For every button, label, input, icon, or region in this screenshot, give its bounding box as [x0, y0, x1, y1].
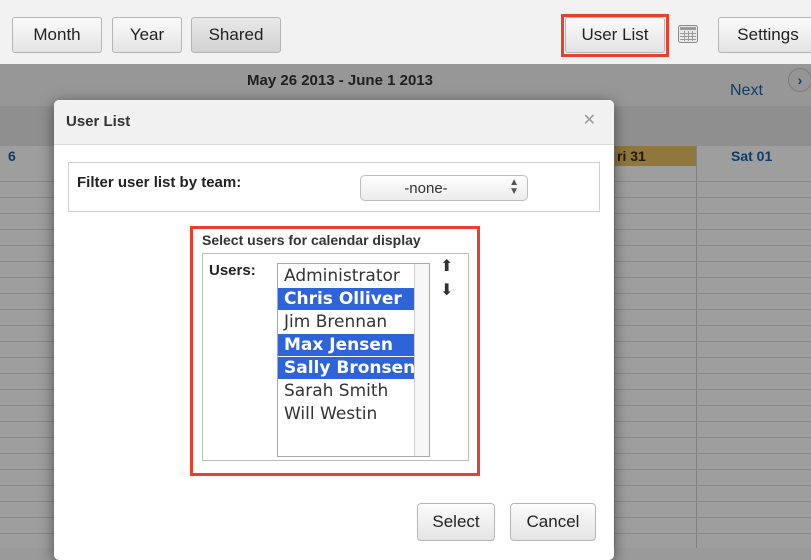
- user-selection-section: Select users for calendar display Users:…: [190, 226, 480, 476]
- user-list-item[interactable]: Jim Brennan: [278, 311, 429, 333]
- select-button[interactable]: Select: [417, 503, 495, 541]
- select-arrows-icon: ▲ ▼: [509, 177, 519, 197]
- user-list-item[interactable]: Chris Olliver: [278, 288, 429, 310]
- user-list-item[interactable]: Sally Bronsen: [278, 357, 429, 379]
- team-select[interactable]: -none- ▲ ▼: [360, 175, 528, 201]
- cancel-button[interactable]: Cancel: [510, 503, 596, 541]
- close-icon[interactable]: ✕: [583, 110, 596, 130]
- arrow-up-icon[interactable]: ⬆: [440, 256, 453, 276]
- team-filter-box: Filter user list by team: -none- ▲ ▼: [68, 162, 600, 212]
- arrow-down-icon[interactable]: ⬇: [440, 280, 453, 300]
- month-button[interactable]: Month: [12, 17, 102, 53]
- calendar-grid-icon[interactable]: [678, 25, 698, 43]
- user-list-item[interactable]: Will Westin: [278, 403, 429, 425]
- users-label: Users:: [209, 262, 256, 279]
- listbox-scrollbar[interactable]: [414, 264, 429, 456]
- user-list-dialog: User List ✕ Filter user list by team: -n…: [54, 100, 614, 560]
- user-list-item[interactable]: Sarah Smith: [278, 380, 429, 402]
- users-listbox[interactable]: Administrator Chris Olliver Jim Brennan Max…: [277, 263, 430, 457]
- team-select-value: -none-: [404, 180, 448, 197]
- user-list-item[interactable]: Administrator: [278, 265, 429, 287]
- user-list-button[interactable]: User List: [565, 17, 665, 53]
- settings-button[interactable]: Settings: [718, 17, 811, 53]
- users-box: Users: Administrator Chris Olliver Jim Bre…: [202, 253, 469, 461]
- user-list-item[interactable]: Max Jensen: [278, 334, 429, 356]
- calendar-toolbar: Month Year Shared User List Settings: [0, 0, 811, 64]
- user-selection-title: Select users for calendar display: [202, 232, 421, 248]
- year-button[interactable]: Year: [112, 17, 182, 53]
- dialog-title: User List: [66, 113, 131, 130]
- shared-button[interactable]: Shared: [191, 17, 281, 53]
- team-filter-label: Filter user list by team:: [77, 174, 242, 191]
- dialog-header: User List ✕: [54, 100, 614, 145]
